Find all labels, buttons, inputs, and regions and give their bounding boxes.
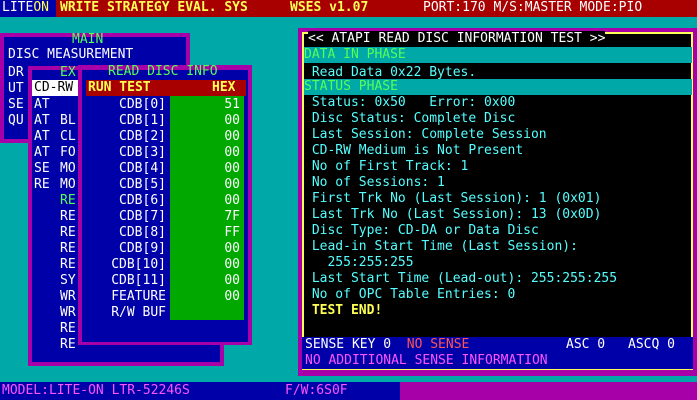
cdb-label[interactable]: CDB[8] (86, 225, 166, 241)
cdb-value[interactable]: 00 (170, 241, 240, 257)
cdb-label[interactable]: CDB[9] (86, 241, 166, 257)
sub-item[interactable]: RE (60, 321, 76, 337)
cdb-value[interactable]: 00 (170, 193, 240, 209)
port-status: PORT:170 M/S:MASTER MODE:PIO (423, 0, 643, 15)
ex-item-at-1[interactable]: AT (34, 97, 50, 113)
main-menu-title: MAIN (72, 32, 104, 47)
sub-item[interactable]: RE (60, 257, 76, 273)
cdb-label[interactable]: FEATURE (86, 289, 166, 305)
cdb-label[interactable]: CDB[1] (86, 113, 166, 129)
status-line: 255:255:255 (304, 255, 414, 270)
menu-item-se[interactable]: SE (8, 97, 24, 113)
drive-model: MODEL:LITE-ON LTR-52246S (2, 383, 190, 398)
sub-item[interactable]: RE (60, 241, 76, 257)
sense-key-value: NO SENSE (406, 337, 470, 352)
sub-item[interactable]: CL (60, 129, 76, 145)
status-line: Disc Status: Complete Disc (304, 111, 516, 126)
read-disc-info-title: READ DISC INFO (108, 64, 218, 79)
sense-key-label: SENSE KEY 0 (305, 337, 392, 352)
ex-item-se[interactable]: SE (34, 161, 50, 177)
cdb-value[interactable]: 00 (170, 145, 240, 161)
menu-item-qu[interactable]: QU (8, 113, 24, 129)
sub-item[interactable]: RE (60, 225, 76, 241)
cdb-label[interactable]: CDB[4] (86, 161, 166, 177)
sub-item[interactable]: WR (60, 305, 76, 321)
cdb-label[interactable]: CDB[6] (86, 193, 166, 209)
data-in-phase-heading: DATA IN PHASE (304, 47, 692, 63)
status-line: Lead-in Start Time (Last Session): (304, 239, 578, 254)
cdb-label[interactable]: CDB[0] (86, 97, 166, 113)
sub-item[interactable]: SY (60, 273, 76, 289)
status-phase-heading: STATUS PHASE (304, 79, 692, 95)
status-line: CD-RW Medium is Not Present (304, 143, 524, 158)
sense-info: NO ADDITIONAL SENSE INFORMATION (305, 353, 548, 368)
ex-menu-title: EX (60, 65, 76, 80)
cdb-value[interactable]: 7F (170, 209, 240, 225)
ex-item-re[interactable]: RE (34, 177, 50, 193)
sub-item[interactable]: RE (60, 209, 76, 225)
sub-item[interactable]: WR (60, 289, 76, 305)
status-line: No of OPC Table Entries: 0 (304, 287, 516, 302)
cdb-value[interactable]: 00 (170, 289, 240, 305)
status-line: No of First Track: 1 (304, 159, 469, 174)
ex-item-at-4[interactable]: AT (34, 145, 50, 161)
status-line: Last Start Time (Lead-out): 255:255:255 (304, 271, 618, 286)
status-line: No of Sessions: 1 (304, 175, 445, 190)
sub-item[interactable]: RE (60, 193, 76, 209)
sub-item[interactable]: MO (60, 177, 76, 193)
status-bar-right (400, 382, 697, 400)
cdb-value[interactable]: 00 (170, 113, 240, 129)
cdb-label[interactable]: CDB[7] (86, 209, 166, 225)
sub-item[interactable]: FO (60, 145, 76, 161)
cdb-label[interactable]: CDB[5] (86, 177, 166, 193)
asc-value: ASC 0 (566, 337, 606, 352)
cdb-value[interactable]: 00 (170, 257, 240, 273)
cdb-label[interactable]: R/W BUF (86, 305, 166, 321)
logo-suffix: ON (33, 0, 49, 15)
test-end-label: TEST END! (304, 303, 383, 318)
ex-item-at-3[interactable]: AT (34, 129, 50, 145)
app-title: WRITE STRATEGY EVAL. SYS (60, 0, 248, 15)
status-line: Status: 0x50 Error: 0x00 (304, 95, 516, 110)
cdb-label[interactable]: CDB[2] (86, 129, 166, 145)
run-test-label[interactable]: RUN TEST (88, 80, 151, 96)
sub-item[interactable]: RE (60, 337, 76, 353)
cdb-value[interactable]: 00 (170, 177, 240, 193)
app-version: WSES v1.07 (290, 0, 369, 15)
menu-item-dr[interactable]: DR (8, 65, 24, 81)
status-line: Last Trk No (Last Session): 13 (0x0D) (304, 207, 602, 222)
status-line: First Trk No (Last Session): 1 (0x01) (304, 191, 602, 206)
menu-item-ut[interactable]: UT (8, 81, 24, 97)
cdb-value[interactable]: 00 (170, 273, 240, 289)
test-title: << ATAPI READ DISC INFORMATION TEST >> (308, 31, 606, 47)
sense-key-line: SENSE KEY 0 NO SENSE (305, 337, 469, 353)
liteon-logo: LITEON (0, 0, 56, 17)
ex-item-at-2[interactable]: AT (34, 113, 50, 129)
cdb-value[interactable]: FF (170, 225, 240, 241)
hex-label: HEX (212, 80, 236, 95)
status-line: Last Session: Complete Session (304, 127, 547, 142)
sub-item[interactable]: MO (60, 161, 76, 177)
cdb-value[interactable]: 51 (170, 97, 240, 113)
ascq-value: ASCQ 0 (628, 337, 675, 352)
cdb-label[interactable]: CDB[10] (86, 257, 166, 273)
logo-prefix: LITE (2, 0, 34, 15)
firmware-version: F/W:6S0F (285, 383, 348, 398)
status-line: Disc Type: CD-DA or Data Disc (304, 223, 539, 238)
sub-item[interactable]: BL (60, 113, 76, 129)
cdb-value[interactable]: 00 (170, 161, 240, 177)
cdb-label[interactable]: CDB[3] (86, 145, 166, 161)
cdb-value[interactable]: 00 (170, 129, 240, 145)
cdb-label[interactable]: CDB[11] (86, 273, 166, 289)
menu-item-disc-measurement[interactable]: DISC MEASUREMENT (8, 47, 133, 63)
